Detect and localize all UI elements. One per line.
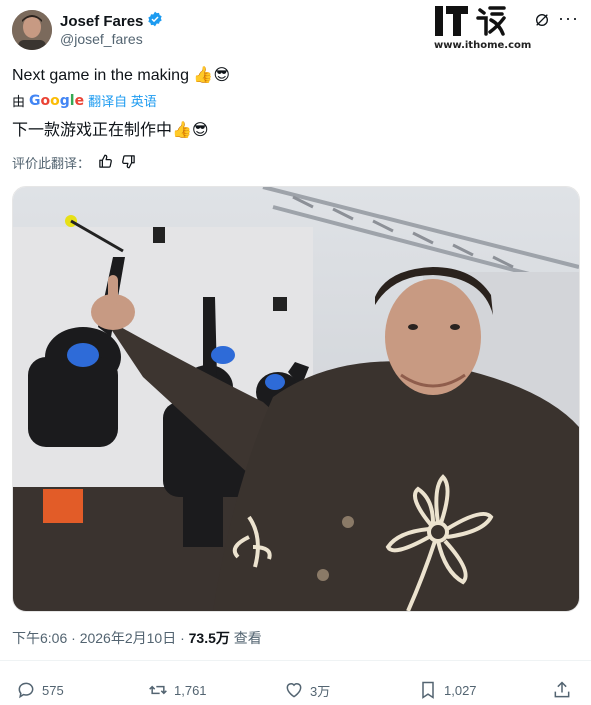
- tweet-photo[interactable]: [12, 186, 580, 612]
- google-logo: Google: [29, 92, 85, 109]
- rate-translation: 评价此翻译：: [12, 153, 136, 172]
- bookmark-count: 1,027: [444, 682, 477, 698]
- translated-text: 下一款游戏正在制作中👍😎: [12, 122, 209, 139]
- divider: [0, 660, 591, 661]
- heart-icon: [286, 683, 302, 698]
- thumbs-down-icon[interactable]: [121, 154, 136, 172]
- post-meta: 下午6:06 · 2026年2月10日 · 73.5万 查看: [12, 628, 262, 648]
- view-count: 73.5万: [188, 630, 230, 646]
- author-name[interactable]: Josef Fares: [60, 11, 163, 31]
- thumbs-up-icon[interactable]: [98, 154, 113, 172]
- avatar[interactable]: [12, 10, 52, 50]
- reply-button[interactable]: 575: [16, 680, 64, 700]
- author-name-text[interactable]: Josef Fares: [60, 13, 143, 30]
- post-time[interactable]: 下午6:06 · 2026年2月10日 ·: [12, 630, 189, 646]
- rate-label: 评价此翻译：: [12, 156, 91, 171]
- like-button[interactable]: 3万: [284, 680, 330, 700]
- more-options-icon[interactable]: ···: [558, 8, 579, 29]
- repost-button[interactable]: 1,761: [148, 680, 207, 700]
- grok-icon[interactable]: [534, 12, 550, 32]
- watermark-site: www.ithome.com: [434, 40, 532, 51]
- translated-from-link[interactable]: 翻译自 英语: [88, 91, 157, 110]
- share-button[interactable]: [552, 680, 572, 700]
- reply-count: 575: [42, 682, 64, 698]
- bookmark-icon: [422, 681, 434, 699]
- tweet-text: Next game in the making 👍😎: [12, 67, 231, 84]
- like-count: 3万: [310, 683, 331, 699]
- repost-count: 1,761: [174, 682, 207, 698]
- share-icon: [554, 681, 570, 698]
- bookmark-button[interactable]: 1,027: [418, 680, 477, 700]
- author-handle[interactable]: @josef_fares: [60, 31, 143, 47]
- reply-icon: [18, 682, 34, 699]
- verified-badge-icon: [147, 11, 163, 31]
- translated-prefix: 由: [12, 94, 26, 109]
- views-label: 查看: [229, 630, 262, 646]
- repost-icon: [149, 685, 167, 695]
- translation-attribution: 由 Google 翻译自 英语: [12, 91, 157, 110]
